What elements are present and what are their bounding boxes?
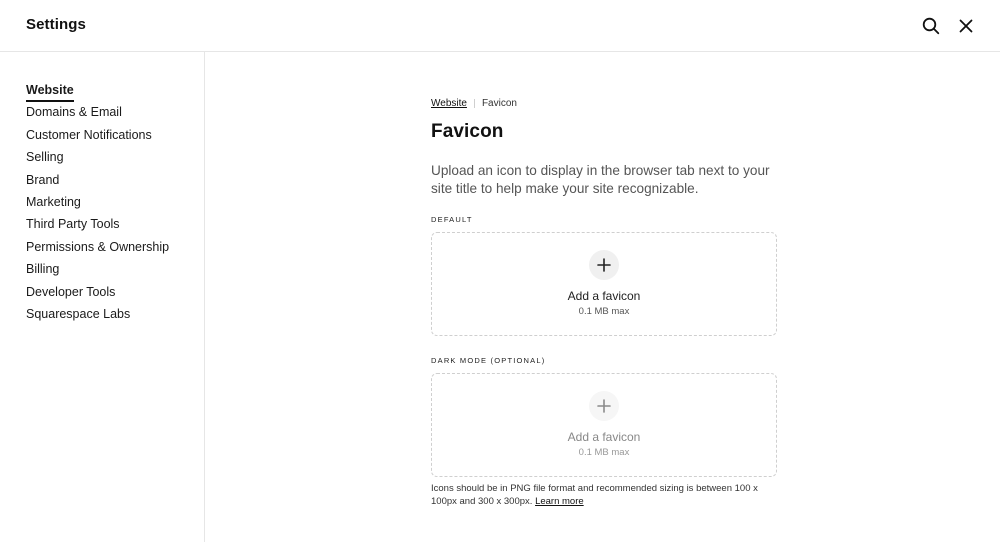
sidebar-item-permissions-ownership[interactable]: Permissions & Ownership [26,238,169,260]
sidebar-nav: Website Domains & Email Customer Notific… [26,81,169,327]
default-favicon-upload[interactable]: Add a favicon 0.1 MB max [431,232,777,336]
add-dark-favicon-button[interactable] [589,391,619,421]
sidebar-item-website[interactable]: Website [26,81,169,103]
sidebar-item-label: Domains & Email [26,105,122,120]
sidebar-item-label: Website [26,81,74,102]
breadcrumb-current: Favicon [481,97,517,109]
close-button[interactable] [954,14,978,38]
plus-icon [597,258,611,272]
sidebar-item-selling[interactable]: Selling [26,148,169,170]
sidebar-item-label: Billing [26,262,60,277]
sidebar-item-label: Developer Tools [26,284,116,299]
page-description: Upload an icon to display in the browser… [431,163,770,196]
sidebar-item-third-party-tools[interactable]: Third Party Tools [26,215,169,237]
dark-mode-favicon-upload[interactable]: Add a favicon 0.1 MB max [431,373,777,477]
learn-more-link[interactable]: Learn more [535,496,584,507]
sidebar-item-developer-tools[interactable]: Developer Tools [26,283,169,305]
sidebar-item-squarespace-labs[interactable]: Squarespace Labs [26,305,169,327]
search-icon [922,17,940,35]
breadcrumb: Website Favicon [431,96,777,110]
sidebar-item-label: Permissions & Ownership [26,239,170,254]
sidebar-item-label: Third Party Tools [26,217,120,232]
sidebar-item-label: Marketing [26,194,81,209]
format-help-text: Icons should be in PNG file format and r… [431,482,777,508]
upload-size-limit: 0.1 MB max [578,306,630,317]
upload-title: Add a favicon [567,289,641,303]
add-favicon-button[interactable] [589,250,619,280]
settings-title: Settings [26,16,86,33]
close-icon [959,19,973,33]
sidebar-item-marketing[interactable]: Marketing [26,193,169,215]
sidebar-item-label: Squarespace Labs [26,306,131,321]
sidebar-item-label: Selling [26,150,64,165]
settings-header: Settings [0,0,1000,52]
upload-title: Add a favicon [567,430,641,444]
sidebar-item-customer-notifications[interactable]: Customer Notifications [26,126,169,148]
sidebar-item-label: Customer Notifications [26,127,152,142]
settings-sidebar: Website Domains & Email Customer Notific… [0,52,205,542]
page-title: Favicon [431,121,504,142]
dark-mode-section-label: DARK MODE (OPTIONAL) [431,356,546,365]
search-button[interactable] [919,14,943,38]
plus-icon [597,399,611,413]
sidebar-item-brand[interactable]: Brand [26,171,169,193]
main-panel: Website Favicon Favicon Upload an icon t… [206,52,1000,542]
sidebar-item-label: Brand [26,172,60,187]
favicon-settings: Website Favicon Favicon Upload an icon t… [431,96,777,508]
sidebar-item-billing[interactable]: Billing [26,260,169,282]
breadcrumb-website-link[interactable]: Website [431,98,467,109]
upload-size-limit: 0.1 MB max [578,447,630,458]
default-section-label: DEFAULT [431,215,473,224]
help-text: Icons should be in PNG file format and r… [431,483,758,507]
sidebar-item-domains-email[interactable]: Domains & Email [26,103,169,125]
breadcrumb-separator [473,98,475,108]
